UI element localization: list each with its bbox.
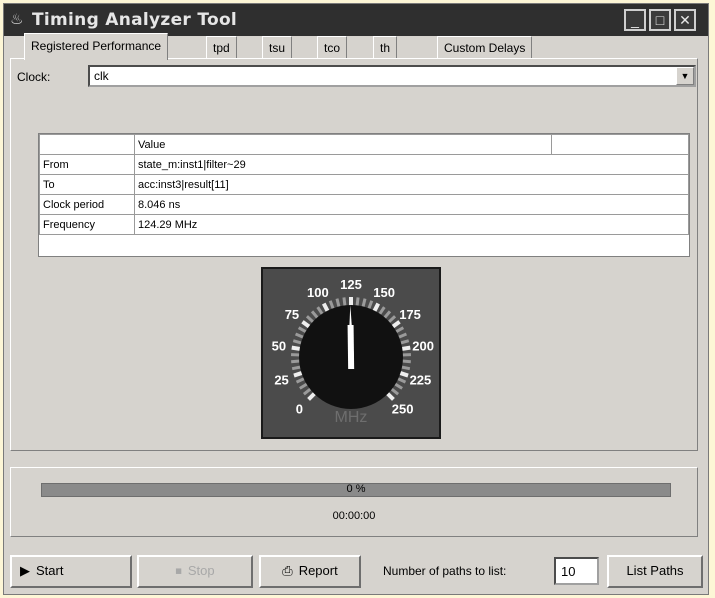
title-bar[interactable]: ♨ Timing Analyzer Tool _ □ ✕ [4,4,708,36]
tab-tsu[interactable]: tsu [262,36,293,59]
app-icon: ♨ [10,11,24,28]
results-table: Value From state_m:inst1|filter~29 To ac… [38,133,690,257]
gauge-scale-label: 150 [373,285,395,300]
gauge-dial: 0 25 50 75 100 125 150 175 200 225 250 MHz [272,277,434,426]
row-label: From [39,154,135,175]
gauge-scale-label: 100 [307,285,329,300]
clock-label: Clock: [17,70,51,84]
minimize-button[interactable]: _ [624,9,646,31]
tab-tco[interactable]: tco [317,36,348,59]
gauge-scale-label: 25 [274,373,288,388]
table-row[interactable]: Clock period 8.046 ns [39,194,689,215]
play-icon: ▶ [20,563,30,578]
tab-custom-delays[interactable]: Custom Delays [437,36,533,59]
frequency-gauge: 0 25 50 75 100 125 150 175 200 225 250 MHz [261,267,441,439]
printer-icon: ⎙ [282,563,293,578]
gauge-scale-label: 175 [399,307,421,322]
gauge-scale-label: 0 [296,402,303,417]
row-value: acc:inst3|result[11] [134,174,689,195]
column-header-name [39,134,135,155]
gauge-scale-label: 75 [285,307,299,322]
gauge-scale-label: 250 [392,402,414,417]
chevron-down-icon[interactable]: ▼ [676,67,694,85]
column-header-extra [551,134,689,155]
progress-panel: 0 % 00:00:00 [10,467,698,537]
start-label: Start [36,563,64,578]
report-label: Report [298,563,338,578]
gauge-scale-label: 200 [412,339,434,354]
tab-registered-performance[interactable]: Registered Performance [24,33,169,60]
start-button[interactable]: ▶ Start [10,555,132,588]
row-label: Frequency [39,214,135,235]
table-header-row: Value [39,134,689,155]
row-value: state_m:inst1|filter~29 [134,154,689,175]
row-value: 8.046 ns [134,194,689,215]
gauge-scale-label: 50 [272,339,286,354]
gauge-unit-label: MHz [335,409,368,426]
paths-count-input[interactable] [554,557,599,585]
list-paths-button[interactable]: List Paths [607,555,703,588]
table-row[interactable]: From state_m:inst1|filter~29 [39,154,689,175]
clock-value: clk [94,69,109,83]
progress-bar: 0 % [41,483,671,497]
row-value: 124.29 MHz [134,214,689,235]
progress-percent: 0 % [346,483,366,495]
close-button[interactable]: ✕ [674,9,696,31]
tab-th[interactable]: th [373,36,398,59]
table-row[interactable]: To acc:inst3|result[11] [39,174,689,195]
maximize-button[interactable]: □ [649,9,671,31]
gauge-needle-body [347,324,355,370]
stop-label: Stop [187,563,215,578]
stop-button[interactable]: ⏹ Stop [137,555,253,588]
table-row[interactable]: Frequency 124.29 MHz [39,214,689,235]
report-button[interactable]: ⎙ Report [259,555,361,588]
row-label: To [39,174,135,195]
window-title: Timing Analyzer Tool [32,10,238,30]
clock-select[interactable]: clk ▼ [88,65,696,87]
tab-tpd[interactable]: tpd [206,36,237,59]
gauge-scale-label: 125 [340,277,362,292]
column-header-value: Value [134,134,552,155]
paths-count-label: Number of paths to list: [383,564,507,578]
row-label: Clock period [39,194,135,215]
elapsed-time: 00:00:00 [332,510,376,522]
stop-icon: ⏹ [175,563,182,578]
gauge-scale-label: 225 [410,373,432,388]
